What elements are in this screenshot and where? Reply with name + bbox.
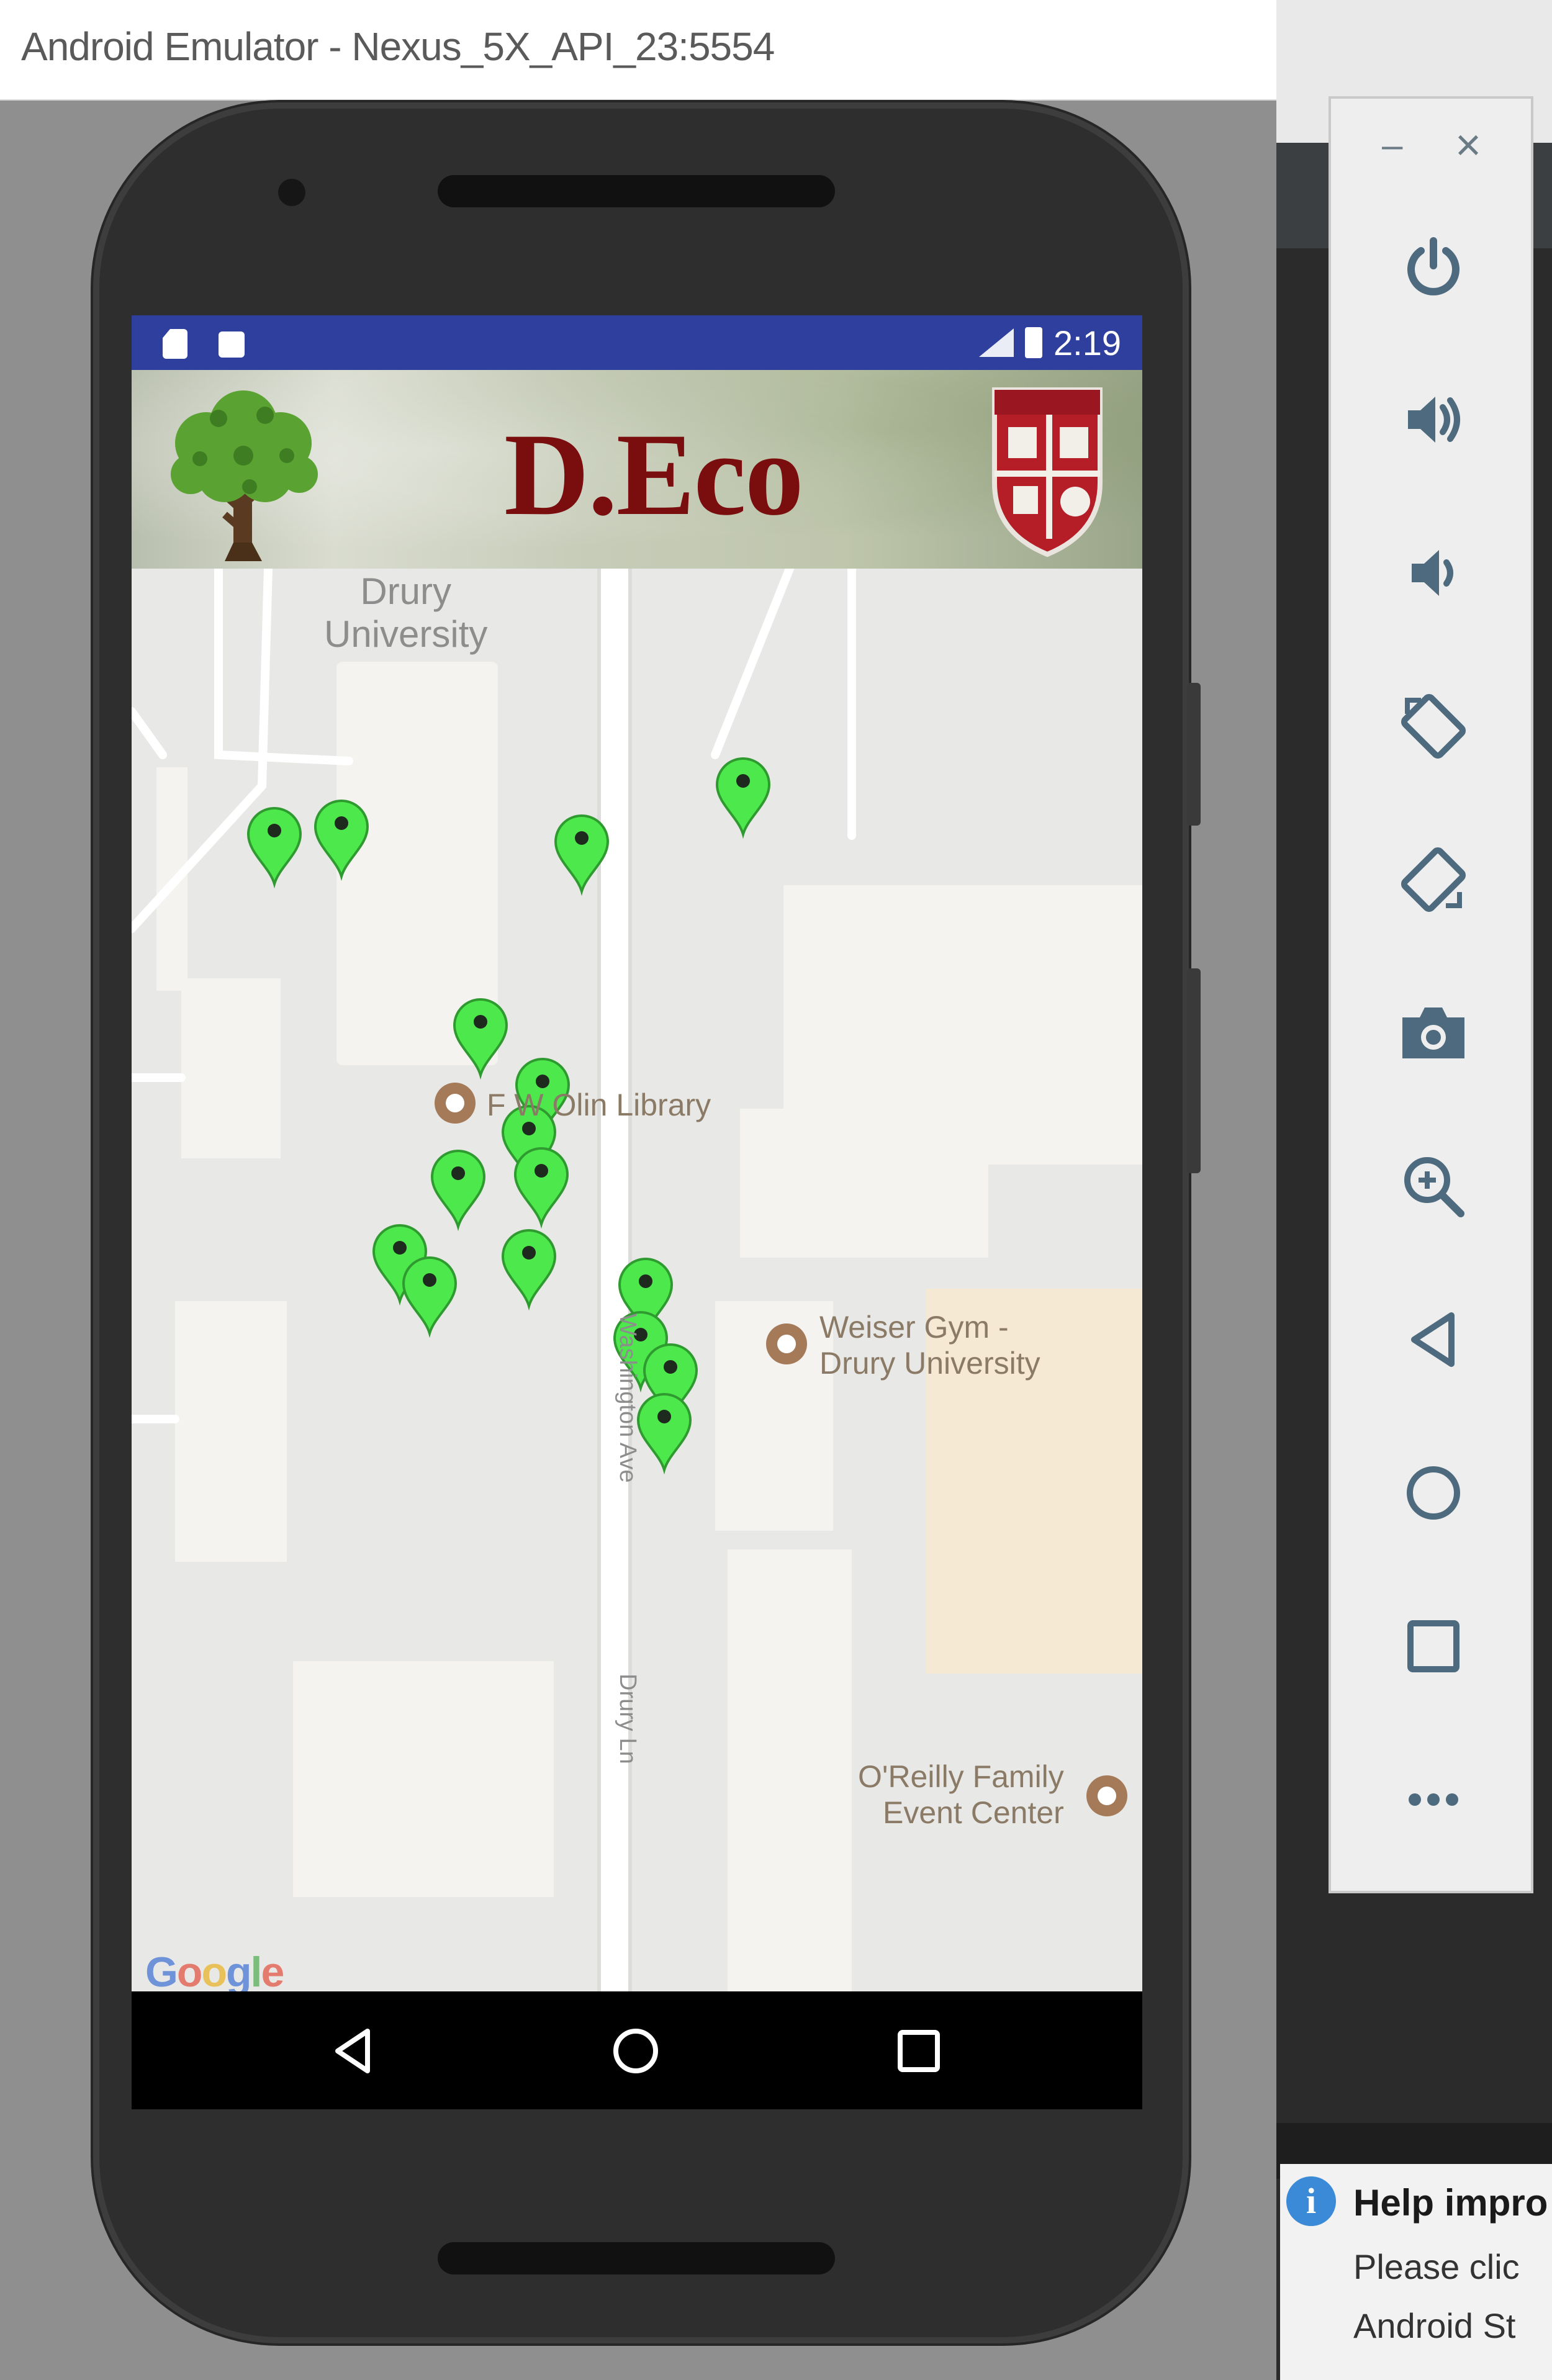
notification-icon bbox=[219, 331, 245, 358]
status-bar: 2:19 bbox=[132, 315, 1142, 370]
power-icon bbox=[1407, 237, 1460, 295]
status-time: 2:19 bbox=[1053, 323, 1121, 363]
phone-power-key bbox=[1187, 683, 1201, 826]
back-nav-icon[interactable] bbox=[329, 2026, 379, 2076]
help-line-1: Please clic bbox=[1353, 2247, 1520, 2286]
map-label-library[interactable]: F W Olin Library bbox=[487, 1088, 711, 1124]
home-button[interactable] bbox=[1390, 1449, 1477, 1536]
earpiece-speaker bbox=[438, 175, 835, 207]
rotate-left-button[interactable] bbox=[1390, 683, 1477, 770]
volume-up-button[interactable] bbox=[1390, 376, 1477, 463]
google-logo: Google bbox=[145, 1949, 284, 1996]
home-nav-icon[interactable] bbox=[611, 2026, 661, 2076]
info-icon: i bbox=[1286, 2176, 1336, 2226]
home-icon bbox=[1407, 1466, 1460, 1520]
camera-icon bbox=[1402, 1007, 1464, 1058]
volume-down-button[interactable] bbox=[1390, 530, 1477, 616]
minimize-button[interactable]: – bbox=[1382, 124, 1402, 166]
help-title: Help impro bbox=[1353, 2182, 1548, 2224]
university-crest-icon bbox=[992, 387, 1103, 557]
back-icon bbox=[1411, 1312, 1455, 1367]
rotate-right-icon bbox=[1401, 847, 1466, 913]
sd-card-icon bbox=[163, 329, 187, 359]
android-navigation-bar bbox=[132, 1991, 1142, 2109]
bottom-speaker bbox=[438, 2242, 835, 2274]
phone-screen: 2:19 D.Eco Drury University F W Olin Lib… bbox=[132, 315, 1142, 2109]
battery-icon bbox=[1025, 327, 1042, 358]
app-header: D.Eco bbox=[132, 370, 1142, 569]
emulator-toolbar: – × bbox=[1329, 96, 1533, 1893]
help-body: Please clic Android St bbox=[1353, 2237, 1520, 2355]
gym-poi-icon[interactable] bbox=[766, 1323, 807, 1364]
overview-nav-icon[interactable] bbox=[894, 2026, 944, 2076]
help-notification[interactable]: i Help impro Please clic Android St bbox=[1280, 2164, 1552, 2380]
zoom-icon bbox=[1404, 1157, 1464, 1217]
help-line-2: Android St bbox=[1353, 2306, 1516, 2345]
library-poi-icon[interactable] bbox=[435, 1083, 476, 1124]
more-button[interactable] bbox=[1390, 1756, 1477, 1843]
rotate-right-button[interactable] bbox=[1390, 836, 1477, 923]
more-icon bbox=[1409, 1793, 1458, 1806]
tree-logo-icon bbox=[171, 390, 318, 561]
screenshot-button[interactable] bbox=[1390, 989, 1477, 1076]
close-button[interactable]: × bbox=[1455, 120, 1481, 171]
phone-volume-key bbox=[1187, 968, 1201, 1173]
app-title: D.Eco bbox=[504, 410, 804, 540]
signal-icon bbox=[979, 328, 1014, 357]
road-label-washington: Washington Ave bbox=[615, 1314, 641, 1483]
road-label-drury: Drury Ln bbox=[615, 1674, 641, 1764]
emulator-titlebar[interactable]: Android Emulator - Nexus_5X_API_23:5554 bbox=[0, 0, 1276, 99]
overview-icon bbox=[1407, 1620, 1460, 1672]
map-label-drury-university: Drury University bbox=[324, 570, 488, 655]
back-button[interactable] bbox=[1390, 1296, 1477, 1383]
power-button[interactable] bbox=[1390, 223, 1477, 310]
map-label-gym[interactable]: Weiser Gym - Drury University bbox=[819, 1310, 1040, 1381]
front-camera bbox=[278, 179, 305, 206]
rotate-left-icon bbox=[1401, 693, 1466, 759]
zoom-button[interactable] bbox=[1390, 1143, 1477, 1230]
overview-button[interactable] bbox=[1390, 1603, 1477, 1690]
volume-down-icon bbox=[1412, 550, 1453, 596]
volume-up-icon bbox=[1408, 397, 1460, 443]
event-center-poi-icon[interactable] bbox=[1086, 1775, 1127, 1816]
google-map[interactable]: Drury University F W Olin Library Weiser … bbox=[132, 569, 1142, 1996]
window-title: Android Emulator - Nexus_5X_API_23:5554 bbox=[21, 24, 775, 69]
map-label-event-center[interactable]: O'Reilly Family Event Center bbox=[858, 1759, 1064, 1831]
